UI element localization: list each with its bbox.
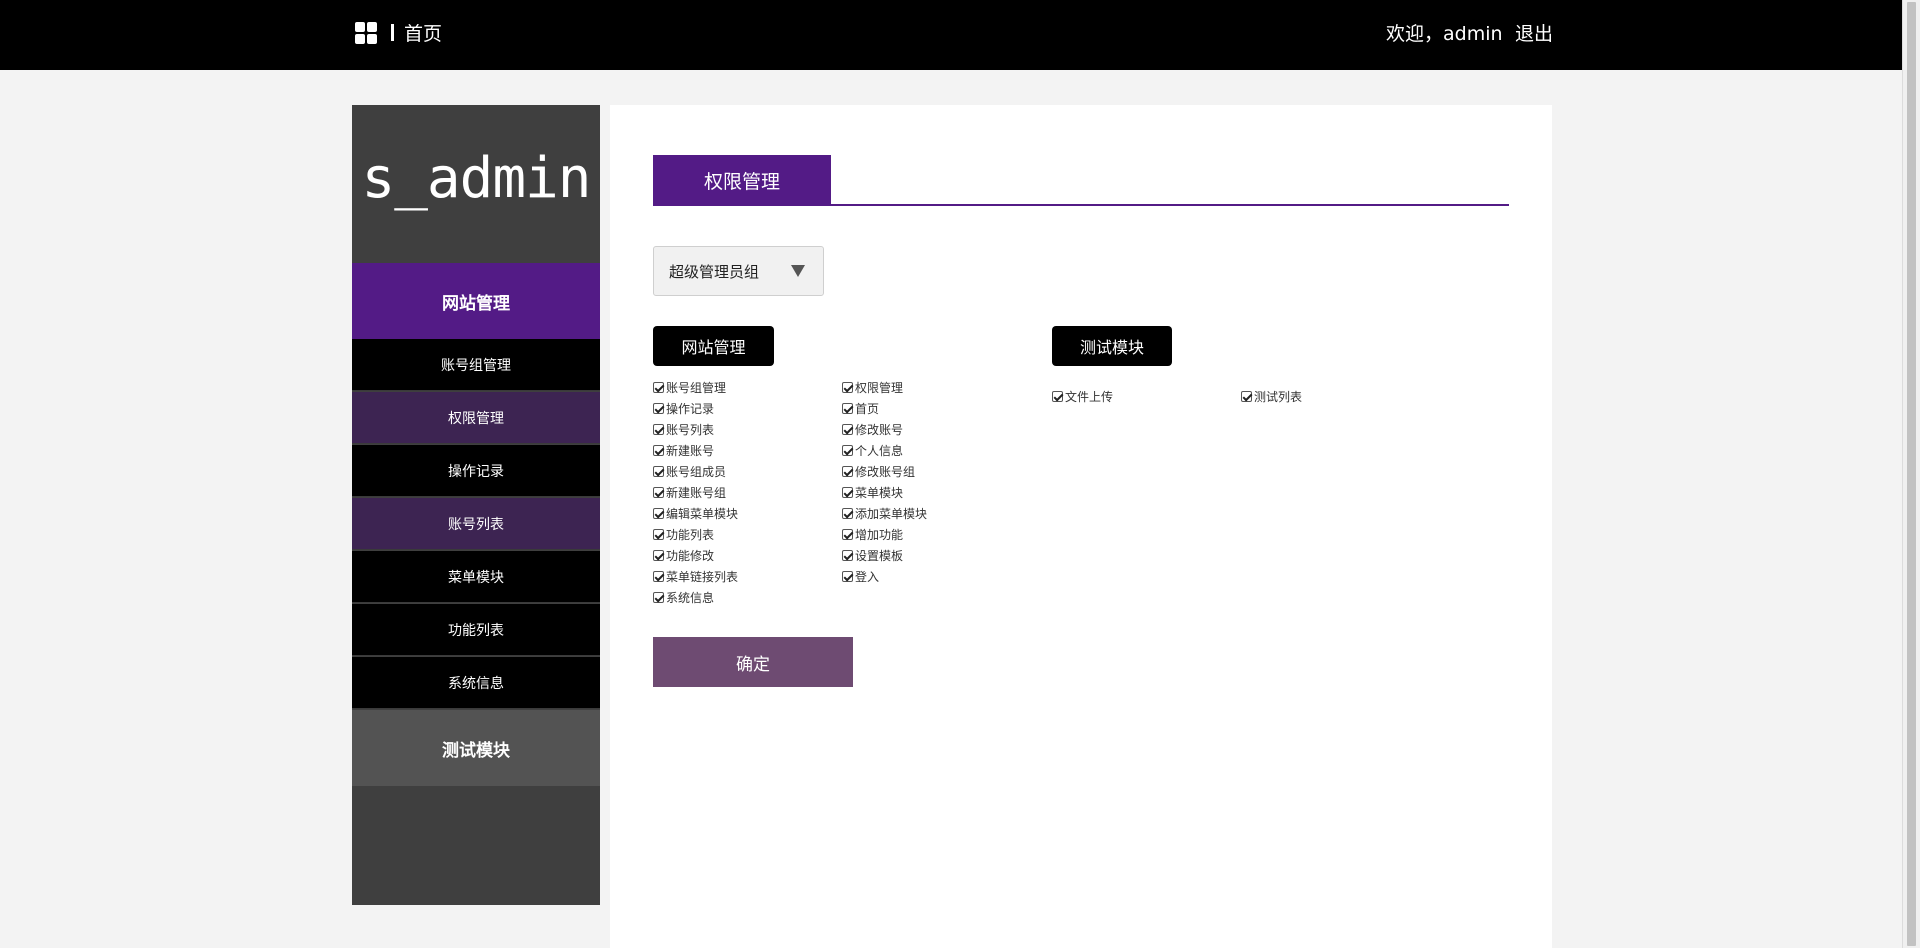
permission-label: 账号组成员 xyxy=(666,464,727,479)
permission-checkbox[interactable]: 添加菜单模块 xyxy=(842,503,927,523)
brand-logo: s_admin xyxy=(352,105,600,263)
permission-label: 菜单模块 xyxy=(855,485,904,500)
checkbox-checked-icon[interactable] xyxy=(653,507,664,519)
permission-checkbox[interactable]: 设置模板 xyxy=(842,545,903,565)
grid-icon[interactable] xyxy=(355,22,378,45)
permission-checkbox[interactable]: 权限管理 xyxy=(842,377,903,397)
sidebar-item-account-list[interactable]: 账号列表 xyxy=(352,498,600,550)
permission-checkbox[interactable]: 操作记录 xyxy=(653,398,714,418)
sidebar-item-system-info[interactable]: 系统信息 xyxy=(352,657,600,709)
checkbox-checked-icon[interactable] xyxy=(842,528,853,540)
home-link[interactable]: 首页 xyxy=(404,22,442,46)
permission-label: 修改账号 xyxy=(855,422,904,437)
permission-label: 增加功能 xyxy=(855,527,904,542)
main-panel: 权限管理 超级管理员组 网站管理 账号组管理 权限管理 操作记录 首页 账号列表… xyxy=(610,105,1552,948)
group-select[interactable]: 超级管理员组 xyxy=(653,246,824,296)
checkbox-checked-icon[interactable] xyxy=(653,528,664,540)
checkbox-checked-icon[interactable] xyxy=(653,381,664,393)
permission-checkbox[interactable]: 菜单模块 xyxy=(842,482,903,502)
permission-label: 功能修改 xyxy=(666,548,715,563)
permission-checkbox[interactable]: 新建账号组 xyxy=(653,482,726,502)
permission-checkbox[interactable]: 测试列表 xyxy=(1241,386,1302,406)
group-select-value: 超级管理员组 xyxy=(669,263,760,281)
permission-label: 登入 xyxy=(855,569,880,584)
checkbox-checked-icon[interactable] xyxy=(653,486,664,498)
permission-checkbox[interactable]: 账号组管理 xyxy=(653,377,726,397)
checkbox-checked-icon[interactable] xyxy=(842,465,853,477)
checkbox-checked-icon[interactable] xyxy=(842,486,853,498)
permission-label: 新建账号组 xyxy=(666,485,727,500)
divider xyxy=(391,24,394,41)
permission-checkbox[interactable]: 登入 xyxy=(842,566,879,586)
checkbox-checked-icon[interactable] xyxy=(653,444,664,456)
scrollbar[interactable] xyxy=(1902,0,1920,948)
page-title: 权限管理 xyxy=(653,155,831,205)
checkbox-checked-icon[interactable] xyxy=(1241,390,1252,402)
permission-checkbox[interactable]: 功能列表 xyxy=(653,524,714,544)
permission-label: 账号列表 xyxy=(666,422,715,437)
permission-checkbox[interactable]: 功能修改 xyxy=(653,545,714,565)
permission-checkbox[interactable]: 修改账号组 xyxy=(842,461,915,481)
scrollbar-thumb[interactable] xyxy=(1907,2,1916,946)
permission-label: 个人信息 xyxy=(855,443,904,458)
permission-label: 功能列表 xyxy=(666,527,715,542)
checkbox-checked-icon[interactable] xyxy=(842,381,853,393)
module-site-management-button[interactable]: 网站管理 xyxy=(653,326,774,366)
logout-link[interactable]: 退出 xyxy=(1515,22,1553,46)
welcome-text: 欢迎，admin xyxy=(1386,23,1503,45)
permission-checkbox[interactable]: 账号列表 xyxy=(653,419,714,439)
permission-label: 权限管理 xyxy=(855,380,904,395)
permission-checkbox[interactable]: 菜单链接列表 xyxy=(653,566,738,586)
permission-checkbox[interactable]: 增加功能 xyxy=(842,524,903,544)
permission-checkbox[interactable]: 首页 xyxy=(842,398,879,418)
checkbox-checked-icon[interactable] xyxy=(653,591,664,603)
sidebar-item-permissions[interactable]: 权限管理 xyxy=(352,392,600,444)
permission-label: 首页 xyxy=(855,401,880,416)
sidebar-item-account-group[interactable]: 账号组管理 xyxy=(352,339,600,391)
checkbox-checked-icon[interactable] xyxy=(653,549,664,561)
permission-label: 修改账号组 xyxy=(855,464,916,479)
permission-label: 新建账号 xyxy=(666,443,715,458)
permission-checkbox[interactable]: 文件上传 xyxy=(1052,386,1113,406)
permission-checkbox[interactable]: 新建账号 xyxy=(653,440,714,460)
top-bar: 首页 欢迎，admin 退出 xyxy=(0,0,1902,70)
permission-checkbox[interactable]: 账号组成员 xyxy=(653,461,726,481)
checkbox-checked-icon[interactable] xyxy=(842,402,853,414)
checkbox-checked-icon[interactable] xyxy=(842,507,853,519)
permission-label: 操作记录 xyxy=(666,401,715,416)
checkbox-checked-icon[interactable] xyxy=(653,570,664,582)
permission-label: 编辑菜单模块 xyxy=(666,506,739,521)
checkbox-checked-icon[interactable] xyxy=(842,444,853,456)
permission-label: 文件上传 xyxy=(1065,389,1114,404)
checkbox-checked-icon[interactable] xyxy=(653,465,664,477)
checkbox-checked-icon[interactable] xyxy=(842,423,853,435)
checkbox-checked-icon[interactable] xyxy=(653,423,664,435)
permission-label: 系统信息 xyxy=(666,590,715,605)
module-test-button[interactable]: 测试模块 xyxy=(1052,326,1172,366)
permission-label: 菜单链接列表 xyxy=(666,569,739,584)
checkbox-checked-icon[interactable] xyxy=(842,570,853,582)
sidebar-item-function-list[interactable]: 功能列表 xyxy=(352,604,600,656)
sidebar-group-site-management[interactable]: 网站管理 xyxy=(352,263,600,339)
permission-label: 设置模板 xyxy=(855,548,904,563)
sidebar: s_admin 网站管理 账号组管理 权限管理 操作记录 账号列表 菜单模块 功… xyxy=(352,105,600,905)
permission-checkbox[interactable]: 修改账号 xyxy=(842,419,903,439)
permission-label: 账号组管理 xyxy=(666,380,727,395)
permission-checkbox[interactable]: 系统信息 xyxy=(653,587,714,607)
permission-label: 添加菜单模块 xyxy=(855,506,928,521)
sidebar-item-operation-log[interactable]: 操作记录 xyxy=(352,445,600,497)
checkbox-checked-icon[interactable] xyxy=(653,402,664,414)
chevron-down-icon xyxy=(791,265,805,277)
sidebar-group-test-module[interactable]: 测试模块 xyxy=(352,710,600,786)
permission-label: 测试列表 xyxy=(1254,389,1303,404)
submit-button[interactable]: 确定 xyxy=(653,637,853,687)
permission-checkbox[interactable]: 编辑菜单模块 xyxy=(653,503,738,523)
permission-checkbox[interactable]: 个人信息 xyxy=(842,440,903,460)
checkbox-checked-icon[interactable] xyxy=(842,549,853,561)
title-underline xyxy=(653,204,1509,206)
checkbox-checked-icon[interactable] xyxy=(1052,390,1063,402)
sidebar-item-menu-module[interactable]: 菜单模块 xyxy=(352,551,600,603)
